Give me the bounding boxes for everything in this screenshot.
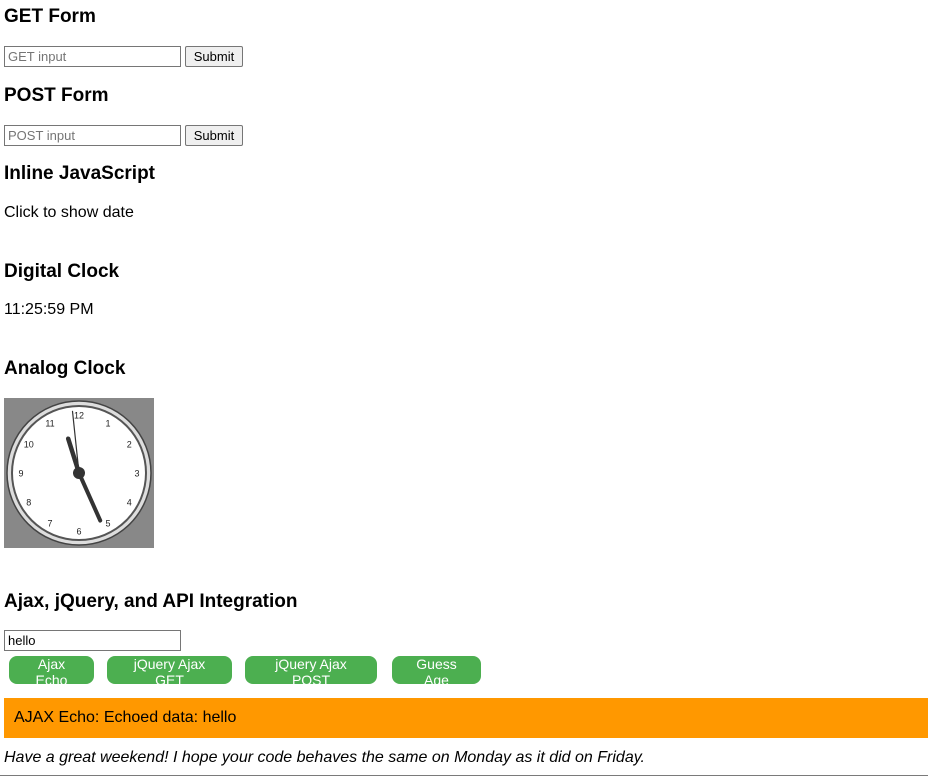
footer-quote: Have a great weekend! I hope your code b… — [4, 749, 645, 766]
clock-number-10: 10 — [24, 440, 34, 450]
post-form-heading: POST Form — [4, 85, 109, 106]
digital-clock-heading: Digital Clock — [4, 261, 120, 282]
digital-clock-time: 11:25:59 PM — [4, 301, 94, 318]
ajax-echo-button[interactable]: Ajax Echo — [9, 656, 94, 688]
show-date-text[interactable]: Click to show date — [4, 203, 134, 222]
analog-clock-heading: Analog Clock — [4, 358, 126, 379]
get-input[interactable] — [4, 46, 181, 67]
clock-number-7: 7 — [47, 519, 52, 529]
clock-number-4: 4 — [127, 498, 132, 508]
clock-center-pin — [73, 467, 85, 479]
clock-number-12: 12 — [74, 411, 84, 421]
get-form-heading: GET Form — [4, 6, 96, 27]
clock-number-8: 8 — [26, 498, 31, 508]
footer-divider — [0, 775, 928, 776]
ajax-input[interactable] — [4, 630, 181, 651]
jquery-ajax-post-button[interactable]: jQuery Ajax POST — [245, 656, 377, 688]
jquery-ajax-get-button[interactable]: jQuery Ajax GET — [107, 656, 232, 688]
get-submit-button[interactable]: Submit — [185, 46, 243, 67]
ajax-result-box: AJAX Echo: Echoed data: hello — [4, 698, 928, 738]
inline-js-heading: Inline JavaScript — [4, 163, 156, 184]
clock-number-3: 3 — [134, 469, 139, 479]
clock-number-9: 9 — [18, 469, 23, 479]
post-submit-button[interactable]: Submit — [185, 125, 243, 146]
analog-clock: 121234567891011 — [4, 398, 154, 548]
clock-number-11: 11 — [45, 418, 54, 428]
post-input[interactable] — [4, 125, 181, 146]
clock-number-5: 5 — [105, 519, 110, 529]
clock-number-2: 2 — [127, 440, 132, 450]
ajax-heading: Ajax, jQuery, and API Integration — [4, 591, 298, 612]
clock-number-1: 1 — [105, 418, 110, 428]
guess-age-button[interactable]: Guess Age — [392, 656, 481, 688]
clock-number-6: 6 — [76, 527, 81, 537]
